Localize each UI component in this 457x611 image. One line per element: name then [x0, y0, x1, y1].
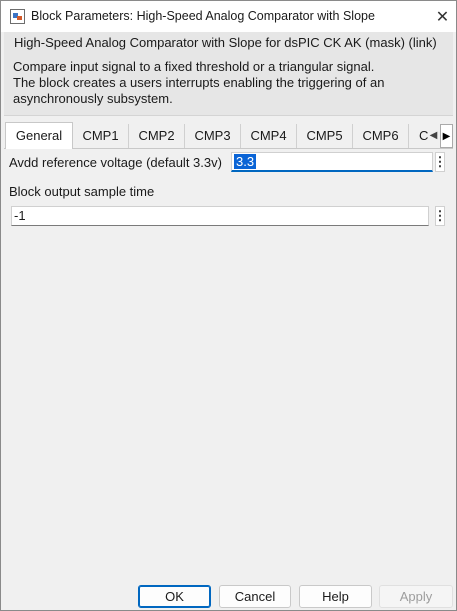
- mask-description-line: The block creates a users interrupts ena…: [13, 75, 385, 90]
- tab-cmp1[interactable]: CMP1: [73, 124, 129, 148]
- apply-button[interactable]: Apply: [379, 585, 453, 608]
- sample-time-input[interactable]: -1: [11, 206, 429, 226]
- close-icon[interactable]: ✕: [429, 1, 456, 32]
- tab-cmp2[interactable]: CMP2: [129, 124, 185, 148]
- dialog-content: High-Speed Analog Comparator with Slope …: [1, 32, 456, 610]
- tab-cmp5[interactable]: CMP5: [297, 124, 353, 148]
- avdd-reference-label: Avdd reference voltage (default 3.3v): [9, 155, 222, 170]
- mask-description-panel: High-Speed Analog Comparator with Slope …: [4, 32, 453, 116]
- kebab-menu-icon[interactable]: ⋮: [434, 206, 447, 226]
- help-button[interactable]: Help: [299, 585, 372, 608]
- tab-strip: General CMP1 CMP2 CMP3 CMP4 CMP5 CMP6 C …: [1, 122, 456, 149]
- mask-description: Compare input signal to a fixed threshol…: [13, 59, 413, 107]
- mask-description-line: asynchronously subsystem.: [13, 91, 173, 106]
- cancel-button[interactable]: Cancel: [219, 585, 291, 608]
- mask-description-line: Compare input signal to a fixed threshol…: [13, 59, 375, 74]
- simulink-block-icon: [10, 9, 25, 24]
- tab-cmp7-partial[interactable]: C: [409, 124, 428, 148]
- title-bar[interactable]: Block Parameters: High-Speed Analog Comp…: [1, 1, 456, 32]
- tab-general[interactable]: General: [5, 122, 73, 149]
- window-title: Block Parameters: High-Speed Analog Comp…: [31, 9, 375, 23]
- general-tab-panel: Avdd reference voltage (default 3.3v) 3.…: [4, 148, 453, 563]
- kebab-menu-icon[interactable]: ⋮: [434, 152, 447, 172]
- tab-cmp4[interactable]: CMP4: [241, 124, 297, 148]
- avdd-reference-value: 3.3: [234, 154, 257, 169]
- ok-button[interactable]: OK: [138, 585, 211, 608]
- chevron-left-icon[interactable]: ◀: [428, 124, 439, 146]
- tab-cmp3[interactable]: CMP3: [185, 124, 241, 148]
- avdd-reference-input[interactable]: 3.3: [231, 152, 433, 172]
- block-parameters-dialog: Block Parameters: High-Speed Analog Comp…: [0, 0, 457, 611]
- sample-time-label: Block output sample time: [9, 184, 155, 199]
- tab-cmp6[interactable]: CMP6: [353, 124, 409, 148]
- chevron-right-icon[interactable]: ▶: [440, 124, 453, 148]
- mask-title: High-Speed Analog Comparator with Slope …: [14, 35, 437, 50]
